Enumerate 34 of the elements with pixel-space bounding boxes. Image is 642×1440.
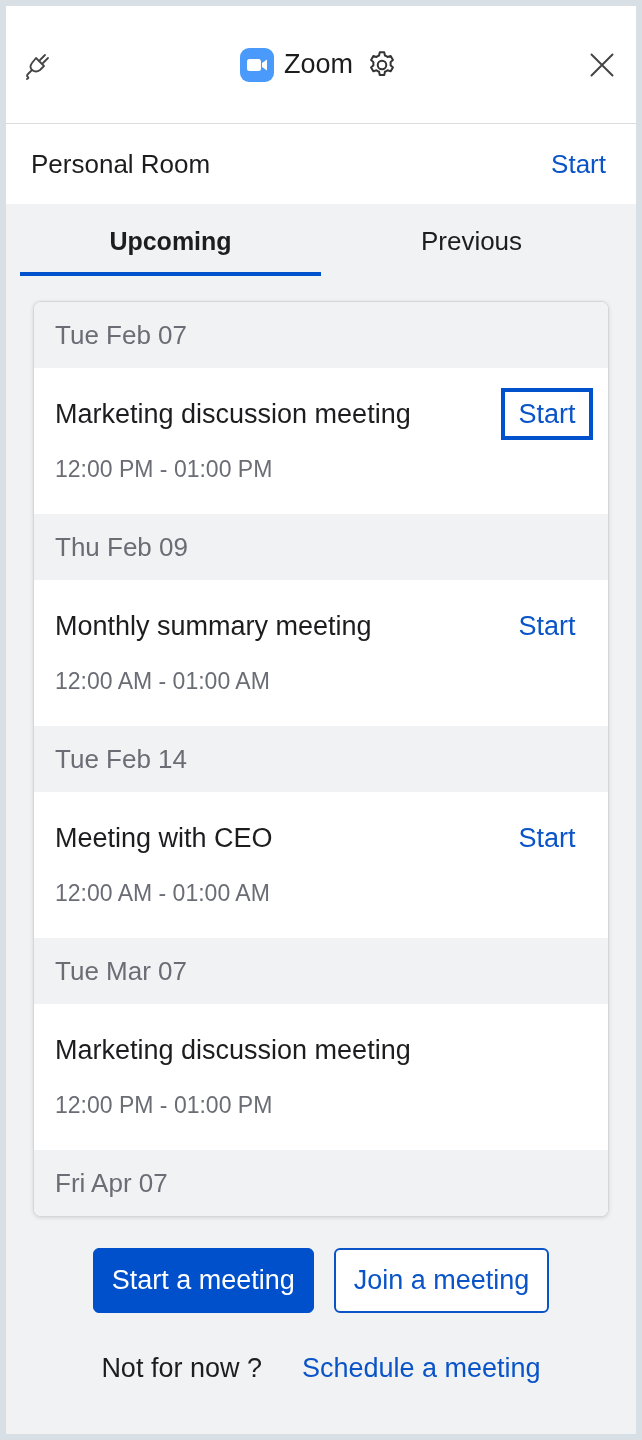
meeting-row[interactable]: Marketing discussion meeting 12:00 PM - 01:00 PM Start: [34, 368, 608, 514]
tab[interactable]: Previous: [321, 204, 622, 276]
meeting-time: 12:00 PM - 01:00 PM: [55, 1092, 274, 1119]
start-link[interactable]: Start: [501, 388, 593, 440]
meeting-row[interactable]: Monthly summary meeting 12:00 AM - 01:00 AM Start: [34, 580, 608, 726]
video-camera-logo-icon: [240, 47, 274, 82]
start-link[interactable]: Start: [518, 822, 576, 854]
meeting-row[interactable]: Meeting with CEO 12:00 AM - 01:00 AM Start: [34, 792, 608, 938]
meeting-time: 12:00 PM - 01:00 PM: [55, 456, 274, 483]
start-link[interactable]: Start: [518, 610, 576, 642]
settings-icon: [368, 50, 396, 79]
meeting-title: Marketing discussion meeting: [55, 398, 411, 431]
start-meeting-button[interactable]: Start a meeting: [92, 1248, 314, 1313]
join-meeting-button[interactable]: Join a meeting: [333, 1248, 550, 1313]
date-header: Tue Mar 07: [34, 938, 608, 1004]
close-icon: [590, 52, 614, 77]
settings-button[interactable]: [368, 50, 396, 79]
meeting-time: 12:00 AM - 01:00 AM: [55, 880, 271, 907]
meeting-time: 12:00 AM - 01:00 AM: [55, 668, 271, 695]
personal-room-label: Personal Room: [31, 148, 211, 180]
app-title: Zoom: [284, 49, 353, 80]
close-button[interactable]: [590, 52, 614, 77]
not-now-text: Not for now ?: [101, 1353, 262, 1384]
schedule-meeting-link[interactable]: Schedule a meeting: [301, 1353, 541, 1384]
meeting-title: Meeting with CEO: [55, 822, 273, 855]
tab[interactable]: Upcoming: [20, 204, 321, 276]
start-link[interactable]: Start: [551, 148, 606, 180]
meeting-title: Monthly summary meeting: [55, 610, 372, 643]
meeting-title: Marketing discussion meeting: [55, 1034, 411, 1067]
date-header: Fri Apr 07: [34, 1150, 608, 1216]
date-header: Thu Feb 09: [34, 514, 608, 580]
date-header: Tue Feb 07: [34, 302, 608, 368]
meeting-row[interactable]: Marketing discussion meeting 12:00 PM - 01:00 PM: [34, 1004, 608, 1150]
date-header: Tue Feb 14: [34, 726, 608, 792]
